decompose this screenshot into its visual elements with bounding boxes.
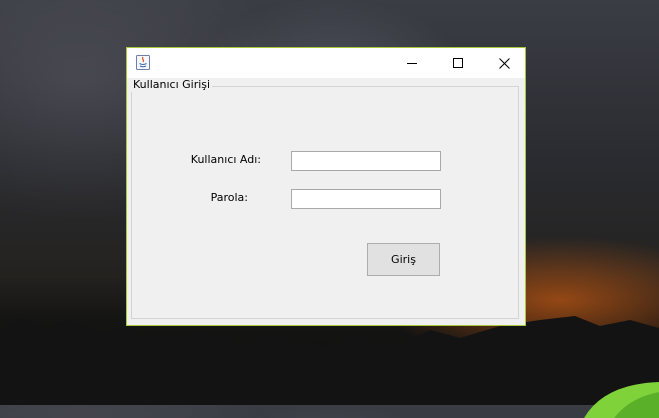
minimize-icon [407, 63, 417, 64]
username-label: Kullanıcı Adı: [190, 153, 261, 166]
java-app-icon[interactable] [136, 55, 150, 70]
login-button[interactable]: Giriş [367, 243, 440, 276]
password-label: Parola: [210, 191, 248, 204]
close-button[interactable] [481, 48, 527, 78]
username-field[interactable] [291, 151, 441, 171]
minimize-button[interactable] [389, 48, 435, 78]
title-bar[interactable] [127, 48, 525, 78]
login-window: Kullanıcı Girişi Kullanıcı Adı: Parola: … [126, 47, 526, 326]
maximize-button[interactable] [435, 48, 481, 78]
password-field[interactable] [291, 189, 441, 209]
tent-shape [584, 382, 659, 418]
maximize-icon [453, 58, 463, 68]
group-title: Kullanıcı Girişi [131, 78, 213, 92]
close-icon [498, 57, 510, 69]
